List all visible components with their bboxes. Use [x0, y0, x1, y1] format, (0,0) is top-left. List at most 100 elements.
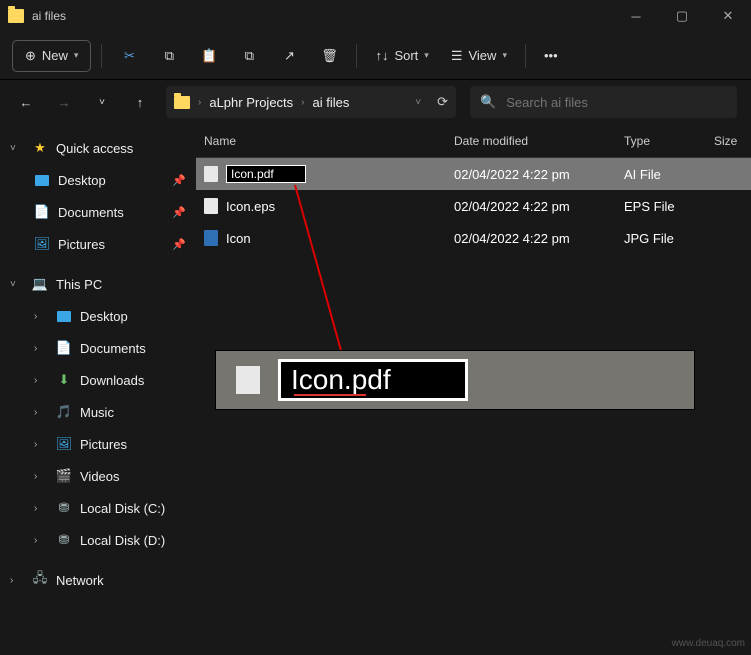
pictures-icon: 🖼 [56, 436, 72, 452]
file-date: 02/04/2022 4:22 pm [454, 167, 624, 182]
sidebar-label: Quick access [56, 141, 133, 156]
sidebar-label: Network [56, 573, 104, 588]
search-icon: 🔍 [480, 94, 496, 110]
sidebar-label: Documents [80, 341, 146, 356]
videos-icon: 🎬 [56, 468, 72, 484]
close-button[interactable]: ✕ [705, 0, 751, 32]
sort-label: Sort [394, 48, 418, 63]
file-icon [204, 166, 218, 182]
up-button[interactable]: ˅ [90, 90, 114, 114]
sidebar-local-c[interactable]: ›⛃Local Disk (C:) [0, 492, 196, 524]
file-date: 02/04/2022 4:22 pm [454, 199, 624, 214]
sidebar-documents[interactable]: 📄Documents📌 [0, 196, 196, 228]
file-row[interactable]: 02/04/2022 4:22 pm AI File [196, 158, 751, 190]
search-box[interactable]: 🔍 [470, 86, 737, 118]
folder-icon [174, 96, 190, 109]
sort-button[interactable]: ↑↓ Sort ▾ [367, 40, 436, 72]
chevron-right-icon: › [34, 439, 48, 450]
pin-icon: 📌 [172, 174, 186, 187]
file-row[interactable]: Icon 02/04/2022 4:22 pm JPG File [196, 222, 751, 254]
chevron-right-icon: › [301, 97, 304, 108]
desktop-icon [35, 175, 49, 186]
sort-icon: ↑↓ [375, 48, 388, 63]
sidebar-network[interactable]: › 🖧 Network [0, 564, 196, 596]
sidebar-local-d[interactable]: ›⛃Local Disk (D:) [0, 524, 196, 556]
downloads-icon: ⬇ [56, 372, 72, 388]
sidebar-pictures[interactable]: 🖼Pictures📌 [0, 228, 196, 260]
file-icon [204, 198, 218, 214]
chevron-down-icon[interactable]: ˅ [415, 97, 421, 108]
copy-button[interactable]: ⧉ [152, 40, 186, 72]
col-size[interactable]: Size [714, 134, 751, 148]
file-icon [236, 366, 260, 394]
file-icon [204, 230, 218, 246]
share-button[interactable]: ↗ [272, 40, 306, 72]
sidebar-label: Local Disk (C:) [80, 501, 165, 516]
col-date[interactable]: Date modified [454, 134, 624, 148]
watermark: www.deuaq.com [672, 638, 745, 649]
sidebar-videos[interactable]: ›🎬Videos [0, 460, 196, 492]
chevron-down-icon: ▾ [502, 50, 507, 61]
scissors-icon: ✂ [120, 47, 138, 65]
drive-icon: ⛃ [56, 500, 72, 516]
desktop-icon [57, 311, 71, 322]
chevron-right-icon: › [34, 311, 48, 322]
toolbar: ⊕ New ▾ ✂ ⧉ 📋 ⧉ ↗ 🗑 ↑↓ Sort ▾ ☰ View ▾ •… [0, 32, 751, 80]
view-label: View [468, 48, 496, 63]
chevron-down-icon: ▾ [74, 50, 79, 61]
drive-icon: ⛃ [56, 532, 72, 548]
back-button[interactable]: ← [14, 90, 38, 114]
sidebar-label: This PC [56, 277, 102, 292]
sidebar-label: Local Disk (D:) [80, 533, 165, 548]
maximize-button[interactable]: ▢ [659, 0, 705, 32]
new-button[interactable]: ⊕ New ▾ [12, 40, 91, 72]
plus-icon: ⊕ [25, 48, 36, 64]
share-icon: ↗ [280, 47, 298, 65]
sidebar-label: Music [80, 405, 114, 420]
column-headers[interactable]: Name Date modified Type Size [196, 124, 751, 158]
sidebar-pictures-pc[interactable]: › 🖼 Pictures [0, 428, 196, 460]
breadcrumb-current[interactable]: ai files [313, 95, 350, 110]
documents-icon: 📄 [56, 340, 72, 356]
up-dir-button[interactable]: ↑ [128, 90, 152, 114]
folder-icon [8, 9, 24, 23]
file-name: Icon [226, 231, 251, 246]
sidebar-documents-pc[interactable]: › 📄 Documents [0, 332, 196, 364]
refresh-button[interactable]: ⟳ [437, 94, 448, 110]
file-type: JPG File [624, 231, 714, 246]
zoom-overlay [215, 350, 695, 410]
paste-button[interactable]: 📋 [192, 40, 226, 72]
cut-button[interactable]: ✂ [112, 40, 146, 72]
chevron-right-icon: › [34, 407, 48, 418]
search-input[interactable] [506, 95, 727, 110]
sidebar-downloads[interactable]: ›⬇Downloads [0, 364, 196, 396]
col-name[interactable]: Name [204, 134, 454, 148]
sidebar-music[interactable]: ›🎵Music [0, 396, 196, 428]
address-bar[interactable]: › aLphr Projects › ai files ˅ ⟳ [166, 86, 456, 118]
view-icon: ☰ [451, 48, 463, 64]
sidebar-label: Pictures [80, 437, 127, 452]
more-button[interactable]: ••• [536, 40, 566, 72]
sidebar-label: Desktop [58, 173, 106, 188]
sidebar-desktop-pc[interactable]: ›Desktop [0, 300, 196, 332]
delete-button[interactable]: 🗑 [312, 40, 346, 72]
sidebar-label: Videos [80, 469, 120, 484]
sidebar-quick-access[interactable]: ˅ ★ Quick access [0, 132, 196, 164]
forward-button[interactable]: → [52, 90, 76, 114]
col-type[interactable]: Type [624, 134, 714, 148]
star-icon: ★ [32, 140, 48, 156]
file-type: AI File [624, 167, 714, 182]
chevron-right-icon: › [34, 343, 48, 354]
title-bar: ai files ─ ▢ ✕ [0, 0, 751, 32]
minimize-button[interactable]: ─ [613, 0, 659, 32]
view-button[interactable]: ☰ View ▾ [443, 40, 515, 72]
pc-icon: 💻 [32, 276, 48, 292]
rename-input[interactable] [226, 165, 306, 183]
sidebar-this-pc[interactable]: ˅ 💻 This PC [0, 268, 196, 300]
ellipsis-icon: ••• [544, 48, 558, 63]
sidebar-desktop[interactable]: Desktop 📌 [0, 164, 196, 196]
file-row[interactable]: Icon.eps 02/04/2022 4:22 pm EPS File [196, 190, 751, 222]
breadcrumb-root[interactable]: aLphr Projects [209, 95, 293, 110]
rename-icon: ⧉ [240, 47, 258, 65]
rename-button[interactable]: ⧉ [232, 40, 266, 72]
